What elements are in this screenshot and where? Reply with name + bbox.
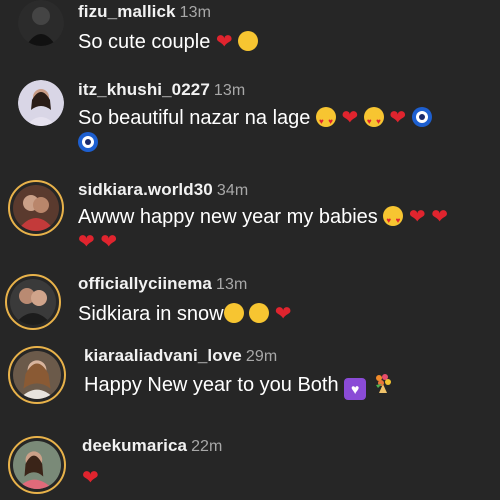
username[interactable]: deekumarica 22m [82, 436, 223, 456]
avatar-image [13, 441, 61, 489]
comment-item: fizu_mallick 13m So cute couple ❤ [0, 0, 500, 70]
bouquet-icon [372, 372, 394, 394]
heart-eyes-icon [315, 107, 336, 135]
comment-text: ❤ [82, 464, 99, 491]
heart-eyes-icon [383, 206, 404, 234]
heart-eyes-icon [363, 107, 384, 135]
avatar[interactable] [18, 80, 64, 126]
heart-icon: ❤ [341, 105, 359, 129]
avatar[interactable] [18, 0, 64, 46]
heart-icon: ❤ [274, 301, 292, 325]
avatar[interactable] [8, 346, 66, 404]
smiling-face-icon [238, 31, 259, 51]
evil-eye-icon [78, 132, 98, 152]
username[interactable]: fizu_mallick 13m [78, 2, 211, 22]
comment-text: So beautiful nazar na lage ❤ ❤ [78, 104, 432, 135]
comment-item: kiaraaliadvani_love 29m Happy New year to… [0, 344, 500, 408]
comment-text: So cute couple ❤ [78, 28, 259, 55]
evil-eye-icon [411, 107, 432, 127]
comment-text-continued: ❤ ❤ [78, 228, 117, 255]
heart-icon: ❤ [78, 229, 95, 253]
username[interactable]: officiallyciinema 13m [78, 274, 247, 294]
pleading-face-icon [249, 303, 270, 323]
avatar[interactable] [5, 274, 61, 330]
avatar-image [18, 0, 64, 46]
username[interactable]: sidkiara.world30 34m [78, 180, 248, 200]
heart-decoration-icon: ♥ [344, 378, 367, 400]
heart-icon: ❤ [100, 229, 118, 253]
heart-icon: ❤ [431, 204, 448, 228]
username[interactable]: itz_khushi_0227 13m [78, 80, 245, 100]
avatar-image [13, 185, 59, 231]
timestamp: 22m [191, 438, 223, 455]
avatar[interactable] [8, 180, 64, 236]
timestamp: 34m [216, 182, 249, 199]
avatar[interactable] [8, 436, 66, 494]
timestamp: 13m [213, 82, 246, 99]
heart-icon: ❤ [82, 465, 99, 489]
timestamp: 13m [215, 276, 248, 293]
heart-icon: ❤ [389, 105, 407, 129]
avatar-image [13, 351, 61, 399]
comment-text: Awww happy new year my babies ❤ ❤ [78, 203, 448, 234]
comment-text: Sidkiara in snow ❤ [78, 301, 292, 325]
comment-item: itz_khushi_0227 13m So beautiful nazar na… [0, 78, 500, 158]
pleading-face-icon [223, 303, 244, 323]
timestamp: 29m [245, 348, 278, 365]
comment-item: deekumarica 22m ❤ [0, 434, 500, 500]
heart-icon: ❤ [215, 29, 233, 53]
comment-text-continued [78, 130, 98, 156]
username[interactable]: kiaraaliadvani_love 29m [84, 346, 277, 366]
comment-item: sidkiara.world30 34m Awww happy new year … [0, 178, 500, 258]
heart-icon: ❤ [408, 204, 426, 228]
comment-item: officiallyciinema 13m Sidkiara in snow ❤ [0, 272, 500, 334]
timestamp: 13m [179, 4, 212, 21]
comment-text: Happy New year to you Both ♥ [84, 372, 394, 400]
avatar-image [18, 80, 64, 126]
avatar-image [10, 279, 56, 325]
